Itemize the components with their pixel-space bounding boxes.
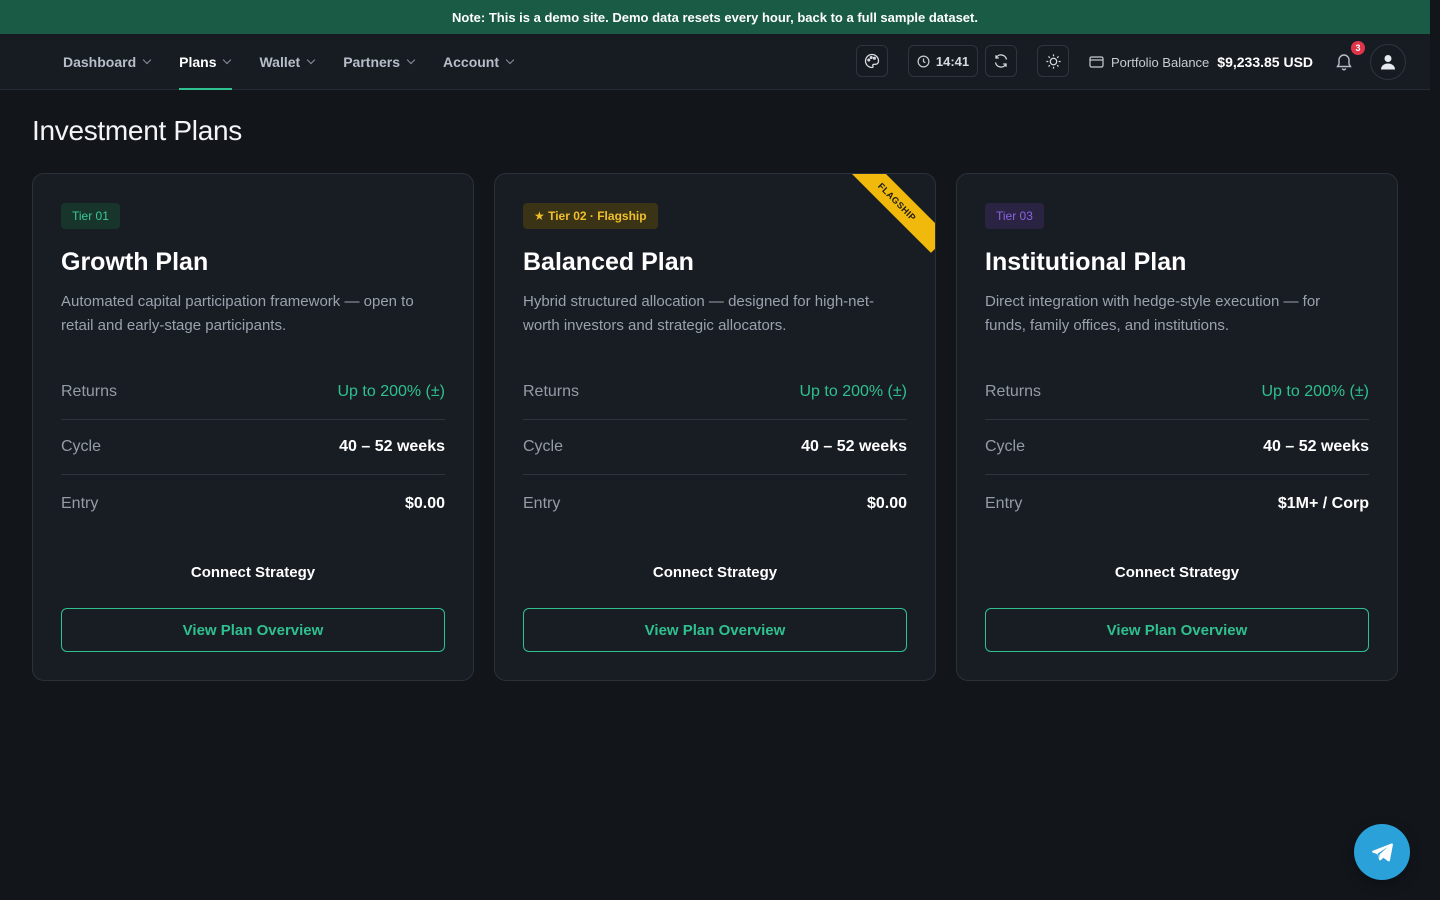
view-plan-overview-button[interactable]: View Plan Overview: [985, 608, 1369, 652]
returns-value: Up to 200% (±): [799, 383, 908, 400]
clock-icon: [917, 55, 930, 67]
telegram-button[interactable]: [1354, 824, 1410, 880]
tier-badge: Tier 03: [985, 203, 1044, 229]
plan-card-balanced: FLAGSHIP ★ Tier 02 · Flagship Balanced P…: [494, 173, 936, 681]
nav-plans[interactable]: Plans: [179, 34, 233, 90]
telegram-icon: [1372, 843, 1393, 862]
view-plan-overview-button[interactable]: View Plan Overview: [523, 608, 907, 652]
refresh-button[interactable]: [985, 45, 1017, 77]
returns-row: Returns Up to 200% (±): [61, 365, 445, 420]
avatar[interactable]: [1370, 44, 1406, 80]
notification-badge: 3: [1351, 41, 1365, 55]
balance-value: $9,233.85 USD: [1217, 54, 1314, 70]
entry-label: Entry: [61, 494, 99, 512]
cycle-row: Cycle 40 – 52 weeks: [523, 420, 907, 475]
plan-card-institutional: Tier 03 Institutional Plan Direct integr…: [956, 173, 1398, 681]
entry-row: Entry $1M+ / Corp: [985, 476, 1369, 531]
nav-plans-label: Plans: [179, 54, 217, 70]
nav-partners[interactable]: Partners: [343, 34, 416, 90]
cycle-value: 40 – 52 weeks: [339, 438, 445, 455]
cycle-value: 40 – 52 weeks: [1263, 438, 1369, 455]
palette-icon: [864, 53, 880, 69]
nav-dashboard-label: Dashboard: [63, 54, 137, 70]
page-title: Investment Plans: [32, 115, 242, 146]
sun-icon: [1045, 53, 1061, 69]
refresh-icon: [994, 54, 1008, 68]
chevron-down-icon: [505, 55, 515, 65]
tier-badge: Tier 01: [61, 203, 120, 229]
demo-banner-text: Note: This is a demo site. Demo data res…: [452, 9, 978, 25]
chevron-down-icon: [223, 55, 232, 65]
plan-name: Balanced Plan: [523, 248, 694, 276]
nav-partners-label: Partners: [343, 54, 401, 70]
connect-strategy-link[interactable]: Connect Strategy: [523, 564, 907, 581]
time-display[interactable]: 14:41: [908, 45, 978, 77]
scrollbar[interactable]: [1430, 0, 1440, 900]
nav-wallet[interactable]: Wallet: [259, 34, 316, 90]
plan-name: Institutional Plan: [985, 248, 1187, 276]
wallet-icon: [1089, 56, 1104, 68]
connect-strategy-link[interactable]: Connect Strategy: [985, 564, 1369, 581]
returns-value: Up to 200% (±): [337, 383, 446, 400]
cycle-label: Cycle: [523, 438, 564, 455]
user-icon: [1381, 55, 1395, 70]
nav-account[interactable]: Account: [443, 34, 515, 90]
theme-palette-button[interactable]: [856, 45, 888, 77]
plan-description: Direct integration with hedge-style exec…: [985, 293, 1321, 334]
entry-label: Entry: [523, 494, 561, 512]
cycle-label: Cycle: [985, 438, 1026, 455]
time-value: 14:41: [935, 53, 970, 69]
plan-description: Automated capital participation framewor…: [61, 293, 414, 334]
entry-value: $0.00: [404, 494, 445, 512]
view-plan-overview-button[interactable]: View Plan Overview: [61, 608, 445, 652]
cycle-value: 40 – 52 weeks: [801, 438, 907, 455]
cycle-row: Cycle 40 – 52 weeks: [61, 420, 445, 475]
plan-name: Growth Plan: [61, 248, 209, 276]
theme-toggle-button[interactable]: [1037, 45, 1069, 77]
bell-icon[interactable]: [1334, 52, 1354, 72]
returns-row: Returns Up to 200% (±): [985, 365, 1369, 420]
entry-label: Entry: [985, 494, 1023, 512]
plan-description: Hybrid structured allocation — designed …: [523, 293, 875, 334]
nav-dashboard[interactable]: Dashboard: [63, 34, 152, 90]
returns-value: Up to 200% (±): [1261, 383, 1370, 400]
tier-badge: ★ Tier 02 · Flagship: [523, 203, 658, 229]
cycle-row: Cycle 40 – 52 weeks: [985, 420, 1369, 475]
returns-label: Returns: [523, 383, 580, 400]
cycle-label: Cycle: [61, 438, 102, 455]
returns-row: Returns Up to 200% (±): [523, 365, 907, 420]
returns-label: Returns: [61, 383, 118, 400]
demo-banner: Note: This is a demo site. Demo data res…: [0, 0, 1430, 34]
entry-row: Entry $0.00: [523, 476, 907, 531]
chevron-down-icon: [306, 55, 316, 65]
chevron-down-icon: [142, 55, 152, 65]
returns-label: Returns: [985, 383, 1042, 400]
flagship-ribbon: FLAGSHIP: [846, 174, 935, 253]
entry-value: $0.00: [866, 494, 907, 512]
portfolio-balance: Portfolio Balance $9,233.85 USD: [1089, 34, 1313, 90]
main-nav: Dashboard Plans Wallet Partners Account: [63, 34, 542, 90]
entry-value: $1M+ / Corp: [1277, 494, 1369, 512]
connect-strategy-link[interactable]: Connect Strategy: [61, 564, 445, 581]
plan-card-growth: Tier 01 Growth Plan Automated capital pa…: [32, 173, 474, 681]
balance-label: Portfolio Balance: [1111, 54, 1210, 70]
nav-account-label: Account: [443, 54, 500, 70]
top-navbar: Dashboard Plans Wallet Partners Account: [0, 34, 1430, 90]
entry-row: Entry $0.00: [61, 476, 445, 531]
nav-wallet-label: Wallet: [259, 54, 301, 70]
chevron-down-icon: [406, 55, 416, 65]
